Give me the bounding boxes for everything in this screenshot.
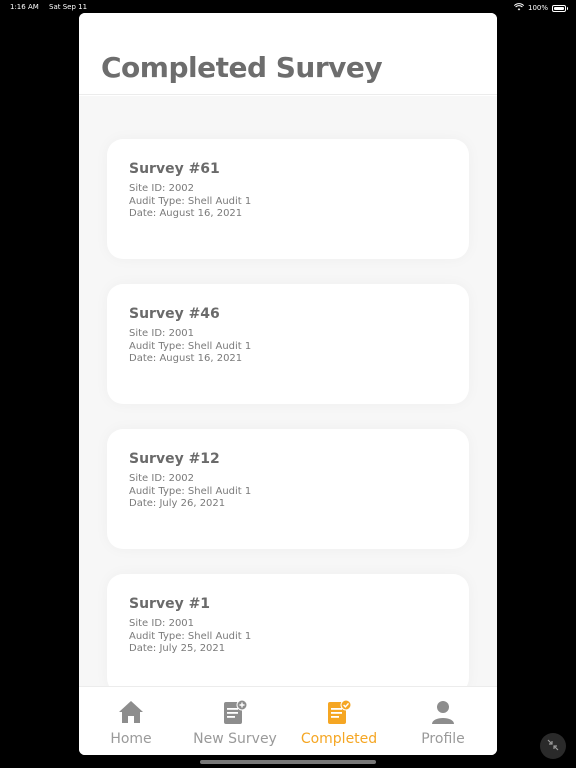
- page-title: Completed Survey: [101, 51, 383, 84]
- survey-date: Date: August 16, 2021: [129, 353, 243, 364]
- survey-title: Survey #46: [129, 306, 220, 322]
- survey-list[interactable]: Survey #61 Site ID: 2002 Audit Type: She…: [79, 96, 497, 686]
- survey-date: Date: July 26, 2021: [129, 498, 226, 509]
- tab-label: Home: [110, 731, 152, 747]
- survey-site-id: Site ID: 2001: [129, 618, 195, 629]
- tab-new-survey[interactable]: New Survey: [183, 687, 287, 755]
- tab-home[interactable]: Home: [79, 687, 183, 755]
- tab-label: Profile: [421, 731, 465, 747]
- battery-percent: 100%: [527, 4, 548, 12]
- survey-audit-type: Audit Type: Shell Audit 1: [129, 340, 252, 352]
- survey-site-id: Site ID: 2002: [129, 473, 195, 484]
- status-date: Sat Sep 11: [49, 3, 88, 11]
- survey-site-id: Site ID: 2002: [129, 183, 195, 194]
- survey-card[interactable]: Survey #61 Site ID: 2002 Audit Type: She…: [107, 139, 469, 259]
- completed-icon: [326, 699, 352, 725]
- survey-card[interactable]: Survey #1 Site ID: 2001 Audit Type: Shel…: [107, 574, 469, 686]
- home-indicator: [200, 760, 376, 764]
- home-icon: [118, 699, 144, 725]
- new-survey-icon: [222, 699, 248, 725]
- app-sheet: Completed Survey Survey #61 Site ID: 200…: [79, 13, 497, 755]
- status-time: 1:16 AM: [10, 3, 39, 11]
- collapse-arrows-icon: [546, 737, 560, 756]
- survey-date: Date: August 16, 2021: [129, 208, 243, 219]
- battery-icon: [552, 4, 568, 12]
- wifi-icon: [513, 3, 525, 13]
- tab-completed[interactable]: Completed: [287, 687, 391, 755]
- survey-audit-type: Audit Type: Shell Audit 1: [129, 630, 252, 642]
- survey-audit-type: Audit Type: Shell Audit 1: [129, 195, 252, 207]
- profile-icon: [430, 699, 456, 725]
- survey-audit-type: Audit Type: Shell Audit 1: [129, 485, 252, 497]
- collapse-button[interactable]: [540, 733, 566, 759]
- survey-title: Survey #61: [129, 161, 220, 177]
- tab-profile[interactable]: Profile: [391, 687, 495, 755]
- survey-title: Survey #1: [129, 596, 211, 612]
- status-bar: 1:16 AM Sat Sep 11 100%: [0, 0, 576, 14]
- tab-bar: Home New Survey Completed Profile: [79, 686, 497, 755]
- survey-card[interactable]: Survey #46 Site ID: 2001 Audit Type: She…: [107, 284, 469, 404]
- header: Completed Survey: [79, 13, 497, 95]
- survey-title: Survey #12: [129, 451, 220, 467]
- survey-site-id: Site ID: 2001: [129, 328, 195, 339]
- tab-label: New Survey: [193, 731, 277, 747]
- survey-date: Date: July 25, 2021: [129, 643, 226, 654]
- survey-card[interactable]: Survey #12 Site ID: 2002 Audit Type: She…: [107, 429, 469, 549]
- tab-label: Completed: [300, 731, 378, 747]
